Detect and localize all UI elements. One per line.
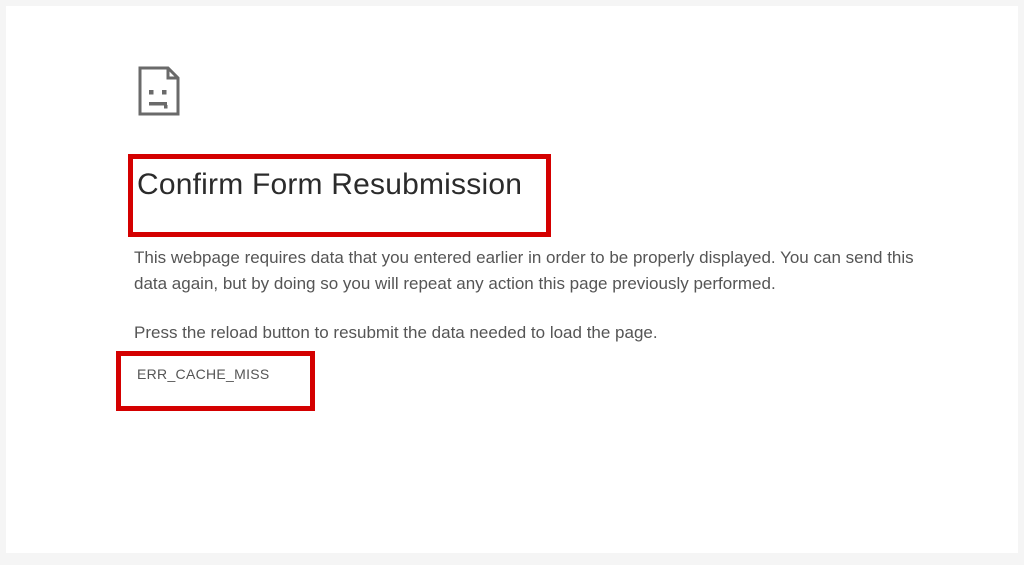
error-description: This webpage requires data that you ente… <box>134 245 914 298</box>
error-code-highlight-box: ERR_CACHE_MISS <box>116 351 315 411</box>
sad-file-icon <box>138 66 180 116</box>
error-title: Confirm Form Resubmission <box>137 165 522 204</box>
chrome-error-page: Confirm Form Resubmission This webpage r… <box>6 6 1018 553</box>
error-code: ERR_CACHE_MISS <box>137 366 270 382</box>
error-instruction: Press the reload button to resubmit the … <box>134 320 938 346</box>
title-highlight-box: Confirm Form Resubmission <box>128 154 551 237</box>
